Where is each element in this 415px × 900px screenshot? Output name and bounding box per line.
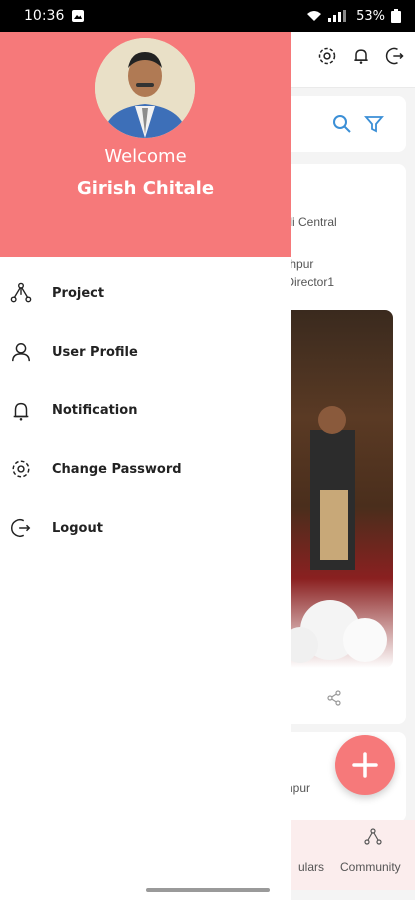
image-icon (72, 10, 85, 22)
gear-icon (12, 460, 30, 478)
user-icon (12, 343, 30, 362)
menu-label: Notification (52, 403, 138, 419)
home-indicator[interactable] (146, 888, 270, 892)
menu-item-user-profile[interactable]: User Profile (0, 323, 291, 382)
menu-label: User Profile (52, 344, 138, 360)
logout-icon (11, 519, 31, 538)
navigation-drawer: Welcome Girish Chitale Project User Prof… (0, 32, 291, 900)
user-name: Girish Chitale (76, 178, 215, 199)
welcome-text: Welcome (104, 146, 187, 167)
signal-icon (328, 10, 347, 22)
wifi-icon (307, 11, 322, 21)
bell-icon[interactable] (351, 46, 371, 66)
community-icon[interactable] (364, 828, 382, 846)
battery-icon (391, 9, 401, 23)
menu-item-notification[interactable]: Notification (0, 381, 291, 440)
gear-icon[interactable] (317, 46, 337, 66)
battery-percent: 53% (356, 8, 385, 24)
filter-icon[interactable] (364, 114, 384, 134)
nav-circulars-label[interactable]: ulars (298, 860, 324, 874)
drawer-header: Welcome Girish Chitale (0, 32, 291, 257)
nav-community-label[interactable]: Community (340, 860, 401, 874)
menu-label: Project (52, 285, 105, 301)
project-tree-icon (10, 283, 32, 303)
menu-item-project[interactable]: Project (0, 264, 291, 323)
logout-icon[interactable] (385, 46, 405, 66)
menu-item-logout[interactable]: Logout (0, 499, 291, 558)
plus-icon (352, 752, 378, 778)
menu-label: Logout (52, 520, 103, 536)
search-icon[interactable] (332, 114, 352, 134)
drawer-menu: Project User Profile Notification Change… (0, 264, 291, 557)
menu-label: Change Password (52, 461, 182, 477)
avatar[interactable] (95, 38, 195, 138)
share-icon[interactable] (326, 690, 342, 706)
add-button[interactable] (335, 735, 395, 795)
status-bar: 10:36 53% (0, 0, 415, 32)
menu-item-change-password[interactable]: Change Password (0, 440, 291, 499)
status-time: 10:36 (24, 8, 65, 24)
bell-icon (13, 402, 29, 421)
